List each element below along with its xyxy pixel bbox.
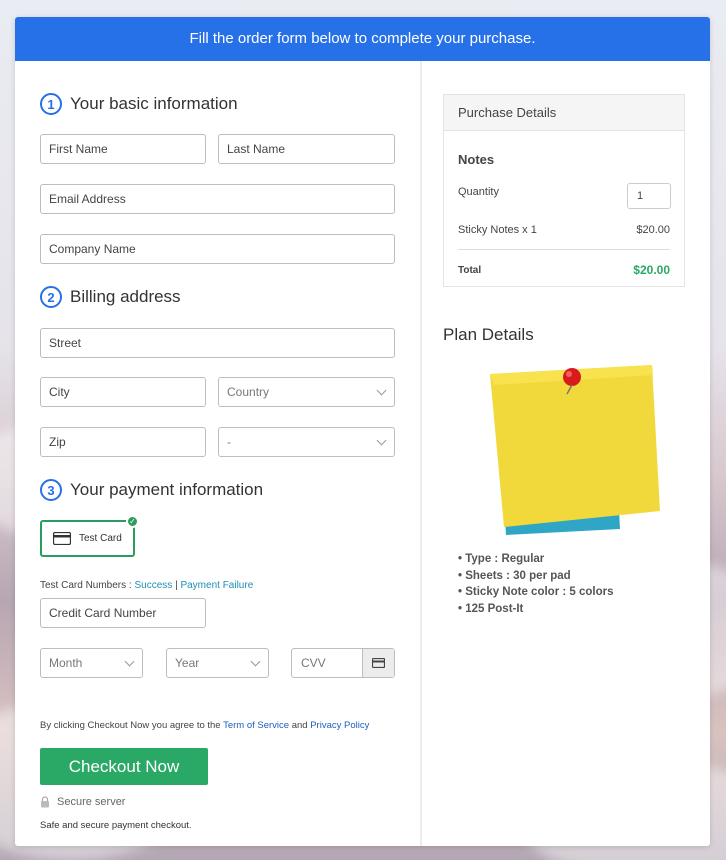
line-item-price: $20.00 bbox=[636, 224, 670, 236]
plan-feature: • Type : Regular bbox=[458, 553, 545, 565]
section-billing-label: Billing address bbox=[70, 287, 181, 306]
terms-of-service-link[interactable]: Term of Service bbox=[223, 720, 289, 731]
section-basic-label: Your basic information bbox=[70, 94, 238, 113]
purchase-details-box: Purchase Details Notes Quantity 1 Sticky… bbox=[443, 94, 685, 287]
year-select-value: Year bbox=[175, 656, 200, 670]
cvv-placeholder: CVV bbox=[301, 656, 326, 670]
section-payment-label: Your payment information bbox=[70, 480, 264, 499]
country-select-value: Country bbox=[227, 385, 270, 399]
test-card-label: Test Card bbox=[79, 533, 122, 544]
terms-text: By clicking Checkout Now you agree to th… bbox=[40, 720, 369, 731]
last-name-field[interactable]: Last Name bbox=[218, 134, 395, 164]
safe-payment-text: Safe and secure payment checkout. bbox=[40, 820, 192, 831]
checkout-now-button[interactable]: Checkout Now bbox=[40, 748, 208, 785]
chevron-down-icon bbox=[124, 656, 135, 667]
plan-feature: • Sheets : 30 per pad bbox=[458, 569, 571, 582]
plan-details-title: Plan Details bbox=[443, 325, 534, 344]
step-3-badge: 3 bbox=[40, 479, 62, 501]
success-link[interactable]: Success bbox=[134, 580, 172, 591]
chevron-down-icon bbox=[250, 656, 261, 667]
country-select[interactable]: Country bbox=[218, 377, 395, 407]
terms-and: and bbox=[291, 720, 308, 731]
company-field[interactable]: Company Name bbox=[40, 234, 395, 264]
payment-failure-link[interactable]: Payment Failure bbox=[180, 580, 253, 591]
total-value: $20.00 bbox=[633, 263, 670, 277]
column-divider bbox=[420, 61, 422, 846]
city-field[interactable]: City bbox=[40, 377, 206, 407]
privacy-policy-link[interactable]: Privacy Policy bbox=[310, 720, 369, 731]
step-1-badge: 1 bbox=[40, 93, 62, 115]
plan-feature: • 125 Post-It bbox=[458, 602, 524, 615]
terms-prefix: By clicking Checkout Now you agree to th… bbox=[40, 720, 221, 731]
product-name: Notes bbox=[458, 152, 495, 167]
state-select[interactable]: - bbox=[218, 427, 395, 457]
line-item-label: Sticky Notes x 1 bbox=[458, 224, 537, 236]
plan-feature: • Sticky Note color : 5 colors bbox=[458, 586, 614, 598]
test-card-numbers: Test Card Numbers : Success | Payment Fa… bbox=[40, 580, 253, 591]
quantity-input[interactable]: 1 bbox=[627, 183, 671, 209]
purchase-details-header: Purchase Details bbox=[444, 95, 684, 131]
test-card-option[interactable]: Test Card ✓ bbox=[40, 515, 139, 557]
section-basic-title: 1 Your basic information bbox=[40, 93, 238, 115]
email-field[interactable]: Email Address bbox=[40, 184, 395, 214]
secure-server-label: Secure server bbox=[57, 796, 126, 808]
credit-card-icon bbox=[53, 532, 71, 545]
month-select-value: Month bbox=[49, 656, 83, 670]
first-name-field[interactable]: First Name bbox=[40, 134, 206, 164]
test-card-numbers-label: Test Card Numbers : bbox=[40, 580, 132, 591]
zip-field[interactable]: Zip bbox=[40, 427, 206, 457]
quantity-label: Quantity bbox=[458, 186, 499, 198]
year-select[interactable]: Year bbox=[166, 648, 269, 678]
cvv-field[interactable]: CVV bbox=[291, 648, 395, 678]
link-separator: | bbox=[175, 580, 178, 591]
total-divider bbox=[458, 249, 670, 250]
chevron-down-icon bbox=[376, 435, 387, 446]
cvv-card-icon bbox=[362, 649, 394, 677]
card-number-field[interactable]: Credit Card Number bbox=[40, 598, 206, 628]
street-field[interactable]: Street bbox=[40, 328, 395, 358]
sticky-note-image bbox=[490, 365, 660, 535]
plan-features-list: • Type : Regular • Sheets : 30 per pad •… bbox=[458, 551, 614, 617]
section-billing-title: 2 Billing address bbox=[40, 286, 181, 308]
lock-icon bbox=[41, 796, 49, 808]
total-label: Total bbox=[458, 265, 482, 276]
state-select-value: - bbox=[227, 435, 231, 449]
secure-server: Secure server bbox=[40, 796, 125, 808]
chevron-down-icon bbox=[376, 385, 387, 396]
month-select[interactable]: Month bbox=[40, 648, 143, 678]
step-2-badge: 2 bbox=[40, 286, 62, 308]
check-icon: ✓ bbox=[126, 515, 139, 528]
order-form-card: Fill the order form below to complete yo… bbox=[15, 17, 710, 846]
banner: Fill the order form below to complete yo… bbox=[15, 17, 710, 61]
section-payment-title: 3 Your payment information bbox=[40, 479, 263, 501]
